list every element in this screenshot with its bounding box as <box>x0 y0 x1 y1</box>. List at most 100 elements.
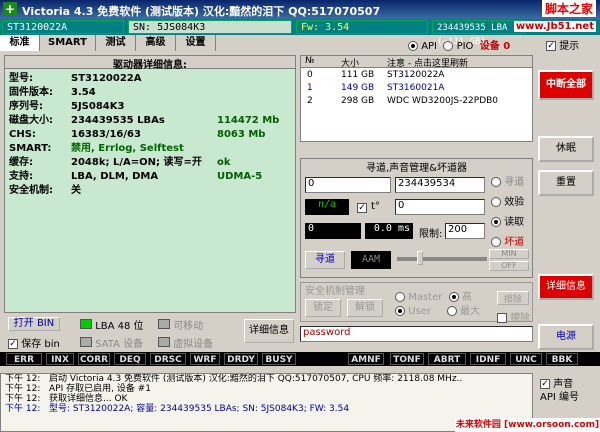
log-message: 型号: ST3120022A; 容量: 234439535 LBAs; SN: … <box>49 404 350 414</box>
sleep-button[interactable]: 休眠 <box>538 136 594 162</box>
password-input[interactable]: password <box>300 326 533 342</box>
lock-button[interactable]: 锁定 <box>305 299 341 317</box>
log-row: 下午 12: 获取详细信息... OK <box>1 394 532 404</box>
drive-row[interactable]: 0 111 GB ST3120022A <box>301 69 532 82</box>
limit-label: 限制: <box>419 229 443 240</box>
detail-value: 禁用, Errlog, Selftest <box>71 143 184 154</box>
watermark: 脚本之家 <box>541 0 596 17</box>
status-wrf: WRF <box>190 353 220 365</box>
status-err: ERR <box>6 353 42 365</box>
status-corr: CORR <box>78 353 110 365</box>
footer-watermark: 未来软件园 [www.orsoon.com] <box>455 418 600 432</box>
detail-extra: 8063 Mb <box>217 129 266 140</box>
details-title: 驱动器详细信息: <box>5 56 295 71</box>
hint-label: 提示 <box>559 41 580 52</box>
log-message: API 存取已启用, 设备 #1 <box>49 384 151 394</box>
detail-value: 2048k; L/A=ON; 读写=开 <box>71 157 202 168</box>
drive-row[interactable]: 1 149 GB ST3160021A <box>301 82 532 95</box>
seek-button[interactable]: 寻道 <box>305 251 345 269</box>
drive-name: ST3160021A <box>387 83 445 93</box>
lba-box: 234439535 LBA (~111 GB) <box>432 20 526 47</box>
erase-check[interactable]: 擦除 <box>497 309 530 324</box>
unlock-button[interactable]: 解锁 <box>347 299 383 317</box>
detail-value: 3.54 <box>71 87 96 98</box>
sound-options: ✓ 声音 API 编号 <box>540 378 579 404</box>
seek-title: 寻道,声音管理&坏道器 <box>301 159 532 174</box>
reset-button[interactable]: 重置 <box>538 170 594 196</box>
drive-row[interactable]: 2 298 GB WDC WD3200JS-22PDB0 <box>301 95 532 108</box>
aam-slider-thumb[interactable] <box>417 251 423 265</box>
status-amnf: AMNF <box>348 353 384 365</box>
tab-advanced[interactable]: 高级 <box>136 35 176 51</box>
aam-slider[interactable] <box>397 257 487 261</box>
limit-input[interactable]: 200 <box>445 223 485 239</box>
ms-unit: ms <box>397 223 410 234</box>
drive-name: ST3120022A <box>387 70 445 80</box>
open-bin-button[interactable]: 打开 BIN <box>8 317 60 331</box>
pio-radio[interactable] <box>443 41 454 51</box>
tab-smart[interactable]: SMART <box>40 35 96 51</box>
drive-info-bar: ST3120022A SN: 5JS084K3 Fw: 3.54 2344395… <box>0 19 600 47</box>
api-num: API 编号 <box>540 392 579 403</box>
detail-value: 16383/16/63 <box>71 129 141 140</box>
sound-check[interactable]: ✓ 声音 <box>540 378 579 391</box>
tab-standard[interactable]: 标准 <box>0 35 40 51</box>
drive-num: 1 <box>307 83 313 93</box>
status-drsc: DRSC <box>150 353 186 365</box>
erase-button[interactable]: 擦除 <box>497 291 529 305</box>
sn-box: SN: 5JS084K3 <box>128 20 292 34</box>
opt-seek[interactable]: 寻道 <box>491 173 524 193</box>
drive-name: WDC WD3200JS-22PDB0 <box>387 96 499 106</box>
tab-tests[interactable]: 测试 <box>96 35 136 51</box>
tab-setup[interactable]: 设置 <box>176 35 216 51</box>
end-lba-input[interactable]: 234439534 <box>395 177 485 193</box>
model-box: ST3120022A <box>2 20 124 34</box>
detail-key: 型号: <box>9 73 33 84</box>
status-inx: INX <box>46 353 74 365</box>
status-drdy: DRDY <box>224 353 258 365</box>
detail-row: CHS: 16383/16/63 8063 Mb <box>9 128 293 142</box>
temp-value[interactable]: 0 <box>395 199 485 215</box>
start-lba-input[interactable]: 0 <box>305 177 391 193</box>
detail-key: CHS: <box>9 129 36 140</box>
log-row: 下午 12: API 存取已启用, 设备 #1 <box>1 384 532 394</box>
log-panel: 下午 12: 启动 Victoria 4.3 免费软件 (测试版本) 汉化:黯然的… <box>0 373 533 432</box>
detail-key: 磁盘大小: <box>9 115 53 126</box>
status-unc: UNC <box>510 353 542 365</box>
hint-checkbox[interactable]: ✓ <box>546 41 556 51</box>
temp-checkbox[interactable]: ✓ <box>357 203 367 213</box>
api-radio[interactable] <box>408 41 418 51</box>
temp-display: n/a <box>305 199 349 215</box>
detail-extra: UDMA-5 <box>217 171 263 182</box>
aam-display: AAM <box>351 251 391 269</box>
ms-display: 0.0 ms <box>365 223 413 239</box>
detail-row: 磁盘大小: 234439535 LBAs 114472 Mb <box>9 114 293 128</box>
window-title: Victoria 4.3 免费软件 (测试版本) 汉化:黯然的泪下 QQ:517… <box>22 5 381 18</box>
status-busy: BUSY <box>262 353 296 365</box>
log-time: 下午 12: <box>5 374 41 384</box>
tab-bar: 标准 SMART 测试 高级 设置 API PIO 设备 0 ✓ 提示 <box>0 35 600 52</box>
off-button[interactable]: OFF <box>489 261 529 271</box>
bottom-controls: 打开 BIN ✓ 保存 bin LBA 48 位 SATA 设备 可移动 虚拟设… <box>4 315 296 350</box>
power-button[interactable]: 电源 <box>538 324 594 350</box>
status-abrt: ABRT <box>428 353 466 365</box>
log-message: 获取详细信息... OK <box>49 394 128 404</box>
detail-key: 安全机制: <box>9 185 53 196</box>
watermark-url: www.Jb51.net <box>513 21 596 32</box>
drive-size: 298 GB <box>341 96 375 106</box>
opt-read[interactable]: 读取 <box>491 213 524 233</box>
seek-mode-options: 寻道 效验 读取 坏道 <box>491 173 524 253</box>
save-bin[interactable]: ✓ 保存 bin <box>8 335 60 350</box>
virtual-indicator: 虚拟设备 <box>158 335 213 350</box>
detail-key: 支持: <box>9 171 33 182</box>
opt-verify[interactable]: 效验 <box>491 193 524 213</box>
detail-row: 序列号: 5JS084K3 <box>9 100 293 114</box>
details-button[interactable]: 详细信息 <box>244 319 294 343</box>
drive-list-header[interactable]: № 大小 注意 - 点击这里刷新 <box>301 56 532 69</box>
detail-value: 关 <box>71 185 81 196</box>
opt-bad[interactable]: 坏道 <box>491 233 524 253</box>
detail-value: 5JS084K3 <box>71 101 125 112</box>
detail-info-button[interactable]: 详细信息 <box>538 274 594 300</box>
col-size: 大小 <box>341 59 360 69</box>
break-all-button[interactable]: 中断全部 <box>538 70 594 100</box>
